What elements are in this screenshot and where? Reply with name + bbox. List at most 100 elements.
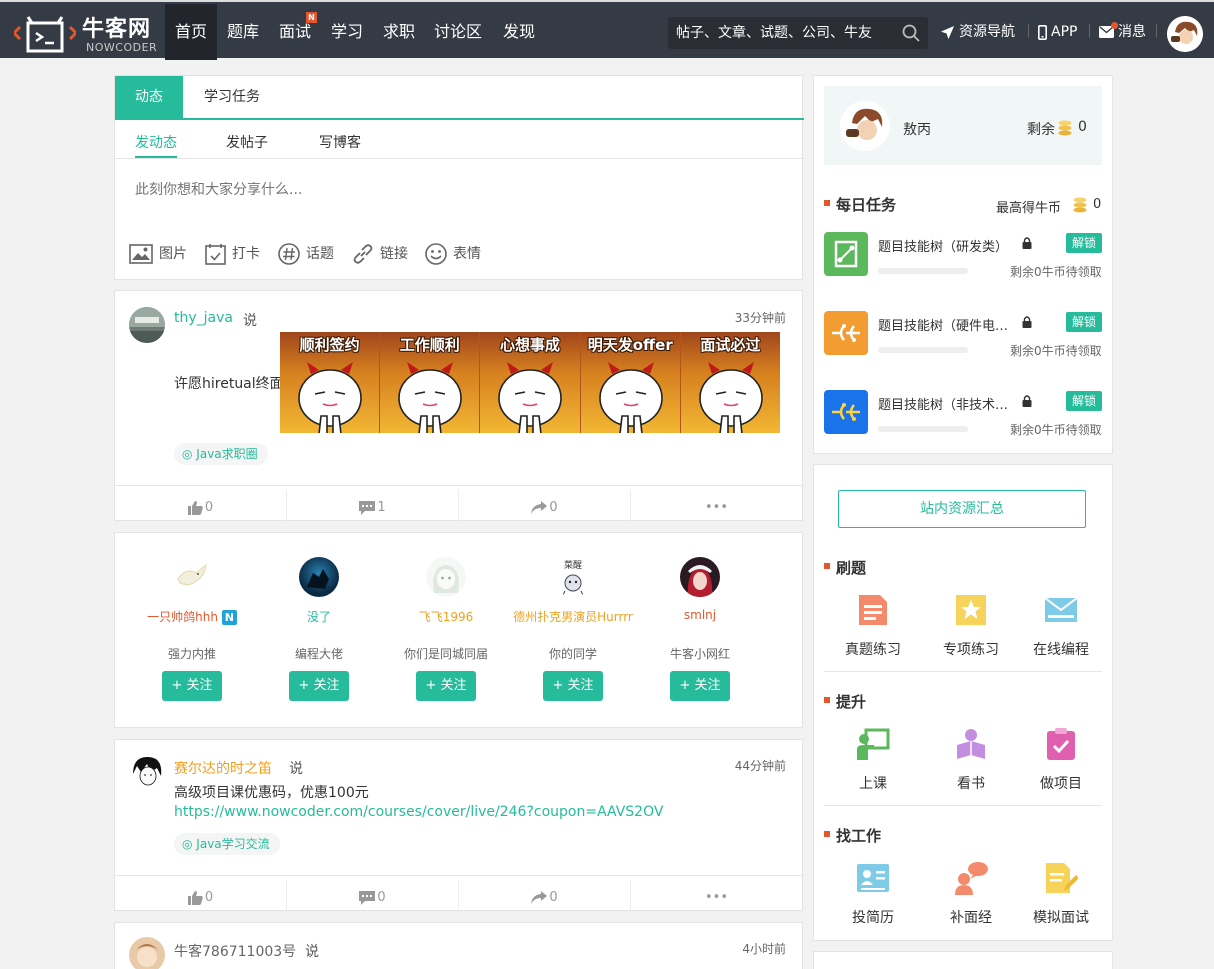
share-button[interactable]: 0 xyxy=(459,876,630,920)
divider xyxy=(1156,24,1157,38)
logo-text: 牛客网 xyxy=(82,17,152,42)
skill-tree-icon[interactable] xyxy=(824,232,868,276)
grid-item-send-resume[interactable]: 投简历 xyxy=(824,861,922,931)
avatar[interactable] xyxy=(129,307,165,343)
topic-tag-label: Java学习交流 xyxy=(196,837,270,851)
task-name[interactable]: 题目技能树（硬件电… xyxy=(878,315,1008,334)
image-tool[interactable]: 图片 xyxy=(129,242,187,266)
recommended-user-name[interactable]: smlnj xyxy=(637,608,763,622)
avatar[interactable] xyxy=(299,557,339,597)
grid-item-interview-notes[interactable]: 补面经 xyxy=(922,861,1020,931)
follow-button[interactable]: + 关注 xyxy=(416,671,476,701)
topic-tool[interactable]: 话题 xyxy=(278,242,334,266)
resource-nav-link[interactable]: 资源导航 xyxy=(940,4,1015,60)
user-avatar[interactable] xyxy=(1167,16,1203,52)
more-button[interactable]: ••• xyxy=(631,486,802,530)
thumbs-up-icon xyxy=(187,500,203,515)
status-input[interactable] xyxy=(135,182,775,198)
comment-button[interactable]: 0 xyxy=(287,876,458,920)
follow-button[interactable]: + 关注 xyxy=(289,671,349,701)
smiley-icon xyxy=(425,243,447,265)
divider xyxy=(1028,24,1029,38)
unlock-button[interactable]: 解锁 xyxy=(1066,312,1102,332)
skill-tree-icon[interactable] xyxy=(824,311,868,355)
checkin-tool[interactable]: 打卡 xyxy=(205,242,260,266)
unlock-button[interactable]: 解锁 xyxy=(1066,391,1102,411)
recommended-user-name[interactable]: 没了 xyxy=(256,608,382,625)
section-title: 找工作 xyxy=(824,825,881,846)
tab-study-tasks[interactable]: 学习任务 xyxy=(193,76,271,118)
profile-username[interactable]: 敖丙 xyxy=(903,119,931,139)
nav-jobs[interactable]: 求职 xyxy=(373,4,425,60)
avatar[interactable]: 菜醒 xyxy=(553,557,593,597)
says-label: 说 xyxy=(243,313,257,329)
nav-home[interactable]: 首页 xyxy=(165,4,217,60)
follow-button[interactable]: + 关注 xyxy=(543,671,603,701)
grid-item-online-coding[interactable]: 在线编程 xyxy=(1012,593,1110,663)
avatar[interactable] xyxy=(426,557,466,597)
resource-summary-button[interactable]: 站内资源汇总 xyxy=(838,490,1086,528)
task-name[interactable]: 题目技能树（研发类） xyxy=(878,236,1008,255)
follow-button[interactable]: + 关注 xyxy=(670,671,730,701)
nowcoder-logo[interactable]: 牛客网 NOWCODER xyxy=(14,11,162,55)
like-button[interactable]: 0 xyxy=(115,876,286,920)
recommended-user-name[interactable]: 飞飞1996 xyxy=(383,608,509,625)
nav-question-bank[interactable]: 题库 xyxy=(217,4,269,60)
avatar[interactable] xyxy=(129,754,165,790)
more-button[interactable]: ••• xyxy=(631,876,802,920)
like-button[interactable]: 0 xyxy=(115,486,286,530)
share-arrow-icon xyxy=(531,501,548,514)
id-card-icon xyxy=(857,864,889,892)
comment-button[interactable]: 1 xyxy=(287,486,458,530)
post-username[interactable]: thy_java xyxy=(174,310,233,326)
grid-item-project[interactable]: 做项目 xyxy=(1012,727,1110,797)
recommended-user: 菜醒 德州扑克男演员Hurrrr 你的同学 + 关注 xyxy=(510,533,636,729)
nav-learn[interactable]: 学习 xyxy=(321,4,373,60)
topic-tag[interactable]: ◎ Java学习交流 xyxy=(174,833,280,855)
meme-face xyxy=(298,362,362,433)
post-link[interactable]: https://www.nowcoder.com/courses/cover/l… xyxy=(174,804,663,820)
messages-link[interactable]: 消息 xyxy=(1099,4,1146,60)
subtab-post-status[interactable]: 发动态 xyxy=(135,132,177,158)
task-name[interactable]: 题目技能树（非技术… xyxy=(878,394,1008,413)
subtab-write-blog[interactable]: 写博客 xyxy=(319,132,361,152)
post-username[interactable]: 赛尔达的时之笛 xyxy=(174,758,272,778)
subtab-post-thread[interactable]: 发帖子 xyxy=(226,132,268,152)
avatar-image xyxy=(129,937,165,969)
share-count: 0 xyxy=(549,500,558,515)
avatar[interactable] xyxy=(680,557,720,597)
feed-post: thy_java 说 33分钟前 许愿hiretual终面 顺利签约 工作顺利 … xyxy=(114,290,804,524)
link-tool[interactable]: 链接 xyxy=(352,242,408,266)
nav-discover[interactable]: 发现 xyxy=(493,4,545,60)
grid-item-real-exam[interactable]: 真题练习 xyxy=(824,593,922,663)
search-icon[interactable] xyxy=(902,24,920,42)
recommended-user-name[interactable]: 德州扑克男演员Hurrrr xyxy=(510,608,636,625)
topic-tag[interactable]: ◎ Java求职圈 xyxy=(174,443,268,465)
grid-item-mock-interview[interactable]: 模拟面试 xyxy=(1012,861,1110,931)
share-button[interactable]: 0 xyxy=(459,486,630,530)
search-input[interactable] xyxy=(676,17,891,49)
divider xyxy=(115,158,804,159)
emoji-tool[interactable]: 表情 xyxy=(425,242,481,266)
meme-panel: 顺利签约 xyxy=(280,332,381,433)
meme-face xyxy=(398,362,463,433)
avatar[interactable] xyxy=(172,557,212,597)
app-link[interactable]: APP xyxy=(1038,4,1077,60)
balance-value: 0 xyxy=(1078,119,1087,135)
tab-feed[interactable]: 动态 xyxy=(115,76,183,118)
max-coins-value: 0 xyxy=(1093,197,1102,212)
feed-post: 牛客786711003号 说 4小时前 xyxy=(114,922,803,969)
like-count: 0 xyxy=(204,500,214,515)
post-username[interactable]: 牛客786711003号 xyxy=(174,941,296,961)
grid-item-special-practice[interactable]: 专项练习 xyxy=(922,593,1020,663)
avatar[interactable] xyxy=(840,101,890,151)
avatar[interactable] xyxy=(129,937,165,969)
grid-item-class[interactable]: 上课 xyxy=(824,727,922,797)
nav-discuss[interactable]: 讨论区 xyxy=(425,4,491,60)
grid-item-read-book[interactable]: 看书 xyxy=(922,727,1020,797)
recommended-user-name[interactable]: 一只帅鸽hhh N xyxy=(129,608,255,625)
post-image[interactable]: 顺利签约 工作顺利 心想事成 明天发offer 面试必过 xyxy=(280,332,781,433)
follow-button[interactable]: + 关注 xyxy=(162,671,222,701)
unlock-button[interactable]: 解锁 xyxy=(1066,233,1102,253)
skill-tree-icon[interactable] xyxy=(824,390,868,434)
